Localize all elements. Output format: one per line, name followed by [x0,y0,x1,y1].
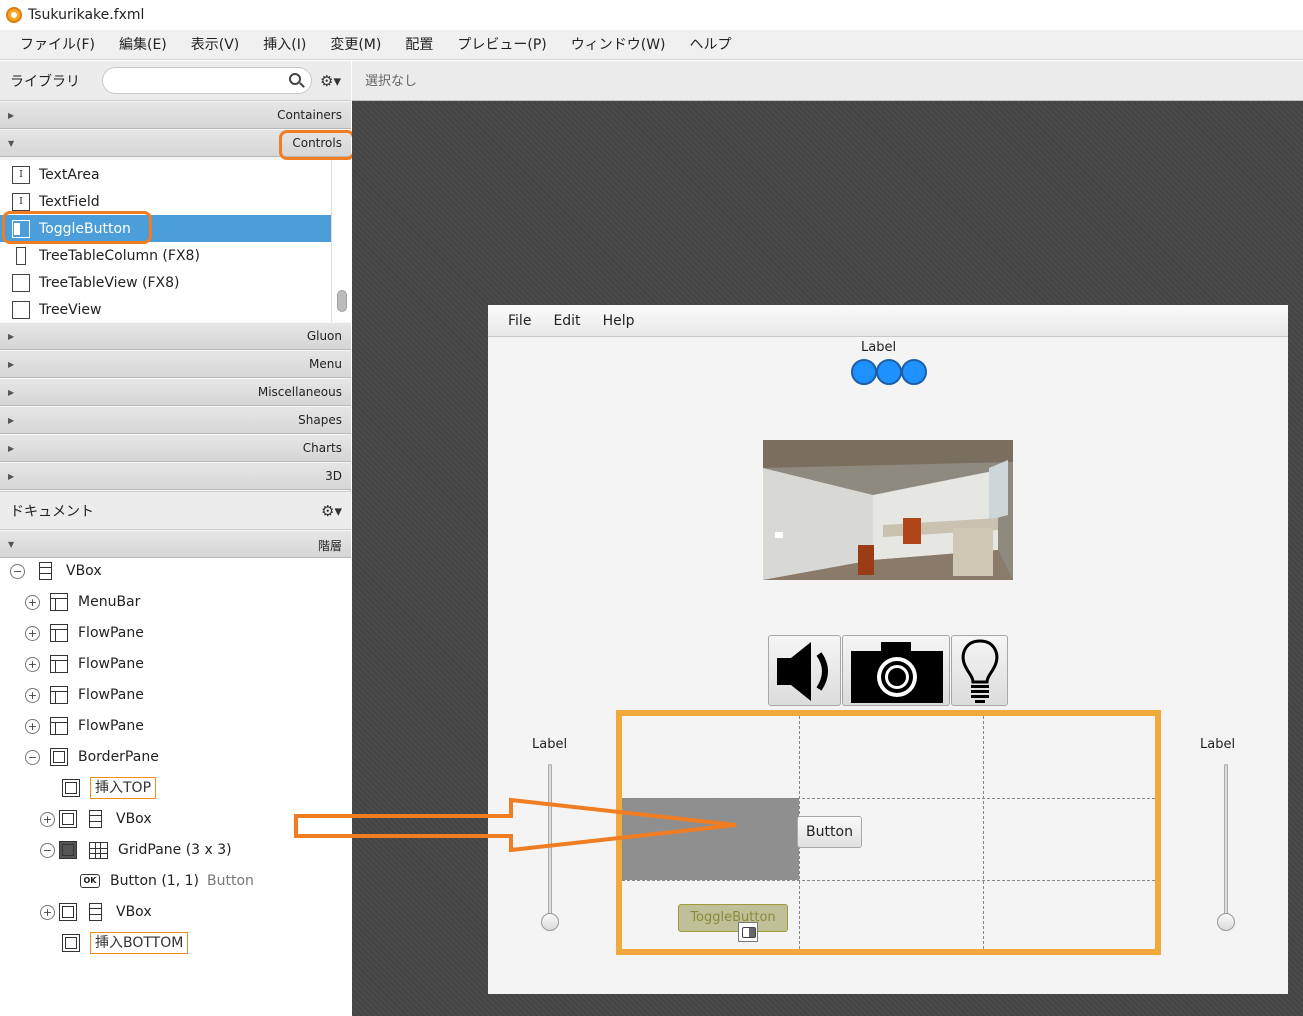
drag-arrow-annotation [294,797,737,853]
